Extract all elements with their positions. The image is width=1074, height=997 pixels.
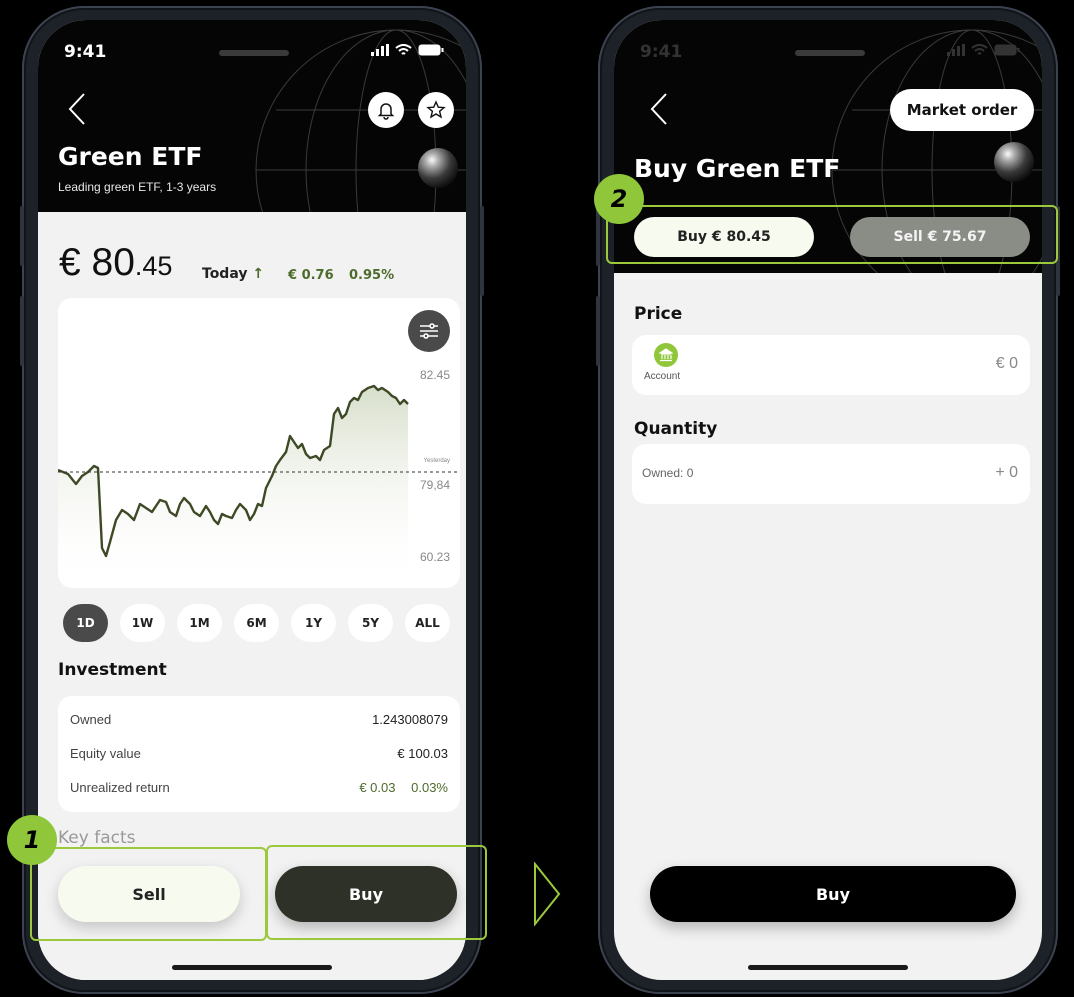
y-label-low: 60.23 [419,550,450,564]
back-chevron-icon[interactable] [648,92,670,126]
chart-filter-button[interactable] [408,310,450,352]
highlight-sell [30,847,267,941]
signal-icon [947,44,965,56]
owned-label: Owned [70,712,112,727]
price-chart: 82.45 Yesterday 79,84 60.23 [58,298,460,588]
owned-value: 1.243008079 [372,712,448,727]
y-label-mid: 79,84 [419,478,450,492]
y-label-high: 82.45 [419,368,450,382]
range-1m[interactable]: 1M [177,604,222,642]
range-all[interactable]: ALL [405,604,450,642]
y-label-reference: Yesterday [423,458,450,464]
investment-card: Owned 1.243008079 Equity value € 100.03 … [58,696,460,812]
page-title: Buy Green ETF [634,154,841,183]
key-facts-title: Key facts [58,828,136,848]
buy-order-screen: 9:41 Market order Buy Green ETF Buy € 80… [614,20,1042,980]
range-1w[interactable]: 1W [120,604,165,642]
owned-quantity-label: Owned: 0 [642,466,694,480]
status-time: 9:41 [64,42,107,62]
price-integer: € 80 [59,241,135,284]
signal-icon [371,44,389,56]
highlight-buy [266,845,487,940]
highlight-buy-sell-tabs [606,205,1058,264]
battery-icon [418,44,444,56]
up-arrow-icon: ↑ [252,266,265,282]
status-time: 9:41 [640,42,683,62]
star-icon [426,100,446,119]
page-title: Green ETF [58,142,203,171]
hero-header: 9:41 Green ETF Leading green ETF, 1-3 ye… [38,20,466,212]
equity-label: Equity value [70,746,141,761]
return-values: € 0.03 0.03% [359,780,448,795]
price-card[interactable]: Account € 0 [632,335,1030,395]
change-absolute: € 0.76 [288,268,334,283]
price-value: € 0 [995,355,1018,372]
market-order-button[interactable]: Market order [890,89,1034,131]
range-1y[interactable]: 1Y [291,604,336,642]
etf-detail-screen: 9:41 Green ETF Leading green ETF, 1-3 ye… [38,20,466,980]
owned-row: Owned 1.243008079 [70,712,448,727]
home-indicator [748,965,908,970]
dynamic-island [219,50,289,56]
status-bar: 9:41 [640,42,1020,66]
account-label: Account [644,371,681,382]
dynamic-island [795,50,865,56]
price-chart-svg [58,384,460,588]
battery-icon [994,44,1020,56]
current-price: € 80.45 [59,241,172,285]
today-label: Today ↑ [202,266,264,282]
notification-button[interactable] [368,92,404,128]
return-absolute: € 0.03 [359,780,396,795]
return-label: Unrealized return [70,780,170,795]
price-decimal: .45 [134,251,173,281]
today-text: Today [202,266,248,282]
buy-confirm-button[interactable]: Buy [650,866,1016,922]
quantity-value: + 0 [995,464,1018,481]
bell-icon [377,103,395,120]
status-bar: 9:41 [64,42,444,66]
wifi-icon [395,44,412,55]
back-chevron-icon[interactable] [66,92,88,126]
page-subtitle: Leading green ETF, 1-3 years [58,180,217,194]
step-badge-2: 2 [594,174,644,224]
quantity-section-title: Quantity [634,419,718,439]
investment-title: Investment [58,660,167,680]
phone-right: 9:41 Market order Buy Green ETF Buy € 80… [596,6,1060,994]
time-range-selector: 1D 1W 1M 6M 1Y 5Y ALL [63,604,450,642]
home-indicator [172,965,332,970]
bank-icon [654,343,678,367]
range-6m[interactable]: 6M [234,604,279,642]
range-1d[interactable]: 1D [63,604,108,642]
step-badge-1: 1 [7,815,57,865]
filter-sliders-icon [420,323,438,339]
range-5y[interactable]: 5Y [348,604,393,642]
etf-logo-orb [418,148,458,188]
etf-logo-orb [994,142,1034,182]
quantity-card[interactable]: Owned: 0 + 0 [632,444,1030,504]
equity-row: Equity value € 100.03 [70,746,448,761]
chart-area [58,386,408,588]
wifi-icon [971,44,988,55]
return-percent: 0.03% [411,780,448,795]
favorite-button[interactable] [418,92,454,128]
change-percent: 0.95% [349,268,395,283]
next-arrow-icon [534,862,561,926]
equity-value: € 100.03 [397,746,448,761]
return-row: Unrealized return € 0.03 0.03% [70,780,448,795]
price-section-title: Price [634,304,683,324]
